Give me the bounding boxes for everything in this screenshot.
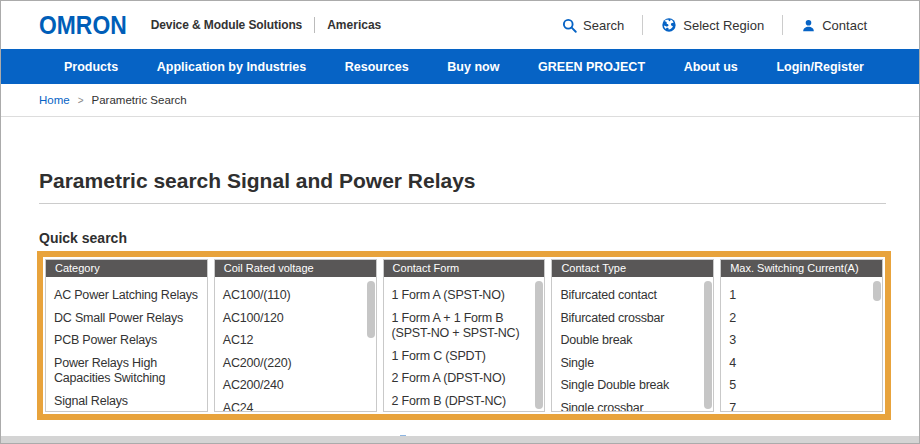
search-button[interactable]: Search bbox=[562, 18, 624, 33]
list-item[interactable]: Signal Relays bbox=[54, 390, 202, 413]
nav-item-application-by-industries[interactable]: Application by Industries bbox=[157, 60, 306, 74]
select-region-label: Select Region bbox=[683, 18, 764, 33]
column-list: 1 Form A (SPST-NO) 1 Form A + 1 Form B (… bbox=[384, 277, 545, 412]
omron-logo[interactable]: OMRON bbox=[39, 10, 127, 41]
site-header: OMRON Device & Module Solutions Americas… bbox=[1, 1, 919, 49]
nav-item-products[interactable]: Products bbox=[64, 60, 118, 74]
column-header: Max. Switching Current(A) bbox=[721, 260, 882, 277]
list-item[interactable]: AC200/240 bbox=[223, 374, 360, 397]
list-item[interactable]: 1 bbox=[729, 284, 866, 307]
column-header: Contact Form bbox=[384, 260, 545, 277]
footer-strip bbox=[1, 436, 919, 443]
quick-search-panel: Category AC Power Latching Relays DC Sma… bbox=[37, 251, 891, 420]
nav-item-green-project[interactable]: GREEN PROJECT bbox=[538, 60, 645, 74]
chevron-right-icon: > bbox=[78, 95, 84, 106]
list-item[interactable]: AC200/(220) bbox=[223, 352, 360, 375]
list-item[interactable]: Bifurcated contact bbox=[560, 284, 697, 307]
list-item[interactable]: AC100/(110) bbox=[223, 284, 360, 307]
list-item[interactable]: 1 Form C (SPDT) bbox=[392, 345, 529, 368]
nav-item-about-us[interactable]: About us bbox=[684, 60, 738, 74]
filter-column-max-switching-current: Max. Switching Current(A) 1 2 3 4 5 7 bbox=[720, 259, 883, 412]
list-item[interactable]: AC100/120 bbox=[223, 307, 360, 330]
list-item[interactable]: Bifurcated crossbar bbox=[560, 307, 697, 330]
column-list: 1 2 3 4 5 7 bbox=[721, 277, 882, 412]
list-item[interactable]: Single bbox=[560, 352, 697, 375]
filter-column-contact-type: Contact Type Bifurcated contact Bifurcat… bbox=[551, 259, 714, 412]
divider bbox=[314, 17, 315, 33]
list-item[interactable]: Single crossbar bbox=[560, 397, 697, 413]
divider bbox=[782, 15, 783, 35]
list-item[interactable]: 2 Form B (DPST-NC) bbox=[392, 390, 529, 413]
list-item[interactable]: 1 Form A (SPST-NO) bbox=[392, 284, 529, 307]
list-item[interactable]: AC Power Latching Relays bbox=[54, 284, 202, 307]
search-icon bbox=[562, 18, 577, 33]
divider bbox=[642, 15, 643, 35]
scrollbar[interactable] bbox=[535, 281, 543, 409]
column-list: Bifurcated contact Bifurcated crossbar D… bbox=[552, 277, 713, 412]
column-list: AC Power Latching Relays DC Small Power … bbox=[46, 277, 207, 412]
filter-column-contact-form: Contact Form 1 Form A (SPST-NO) 1 Form A… bbox=[383, 259, 546, 412]
list-item[interactable]: 4 bbox=[729, 352, 866, 375]
breadcrumb-current: Parametric Search bbox=[92, 94, 187, 106]
list-item[interactable]: 2 bbox=[729, 307, 866, 330]
contact-button[interactable]: Contact bbox=[801, 18, 867, 33]
list-item[interactable]: Double break bbox=[560, 329, 697, 352]
nav-item-resources[interactable]: Resources bbox=[345, 60, 409, 74]
search-label: Search bbox=[583, 18, 624, 33]
globe-icon bbox=[661, 17, 677, 33]
breadcrumb: Home > Parametric Search bbox=[1, 84, 919, 117]
filter-column-category: Category AC Power Latching Relays DC Sma… bbox=[45, 259, 208, 412]
list-item[interactable]: PCB Power Relays bbox=[54, 329, 202, 352]
filter-column-coil-rated-voltage: Coil Rated voltage AC100/(110) AC100/120… bbox=[214, 259, 377, 412]
contact-label: Contact bbox=[822, 18, 867, 33]
main-content: Parametric search Signal and Power Relay… bbox=[1, 169, 919, 420]
breadcrumb-home[interactable]: Home bbox=[39, 94, 70, 106]
scrollbar[interactable] bbox=[704, 281, 712, 409]
list-item[interactable]: 2 Form A (DPST-NO) bbox=[392, 367, 529, 390]
quick-search-heading: Quick search bbox=[39, 230, 886, 246]
page: OMRON Device & Module Solutions Americas… bbox=[0, 0, 920, 444]
list-item[interactable]: AC12 bbox=[223, 329, 360, 352]
list-item[interactable]: Power Relays High Capacities Switching bbox=[54, 352, 202, 390]
list-item[interactable]: 3 bbox=[729, 329, 866, 352]
column-header: Category bbox=[46, 260, 207, 277]
scrollbar[interactable] bbox=[367, 281, 375, 338]
list-item[interactable]: DC Small Power Relays bbox=[54, 307, 202, 330]
select-region-button[interactable]: Select Region bbox=[661, 17, 764, 33]
page-title: Parametric search Signal and Power Relay… bbox=[39, 169, 886, 204]
main-nav: Products Application by Industries Resou… bbox=[1, 49, 919, 84]
list-item[interactable]: 1 Form A + 1 Form B (SPST-NO + SPST-NC) bbox=[392, 307, 529, 345]
column-list: AC100/(110) AC100/120 AC12 AC200/(220) A… bbox=[215, 277, 376, 412]
utility-links: Search Select Region Contact bbox=[562, 15, 867, 35]
list-item[interactable]: Single Double break bbox=[560, 374, 697, 397]
region-label[interactable]: Americas bbox=[327, 18, 381, 32]
list-item[interactable]: 7 bbox=[729, 397, 866, 413]
nav-item-buy-now[interactable]: Buy now bbox=[447, 60, 499, 74]
list-item[interactable]: 5 bbox=[729, 374, 866, 397]
scrollbar[interactable] bbox=[873, 281, 881, 301]
division-label: Device & Module Solutions bbox=[151, 18, 303, 32]
nav-item-login-register[interactable]: Login/Register bbox=[776, 60, 864, 74]
column-header: Contact Type bbox=[552, 260, 713, 277]
column-header: Coil Rated voltage bbox=[215, 260, 376, 277]
list-item[interactable]: AC24 bbox=[223, 397, 360, 413]
person-icon bbox=[801, 18, 816, 33]
